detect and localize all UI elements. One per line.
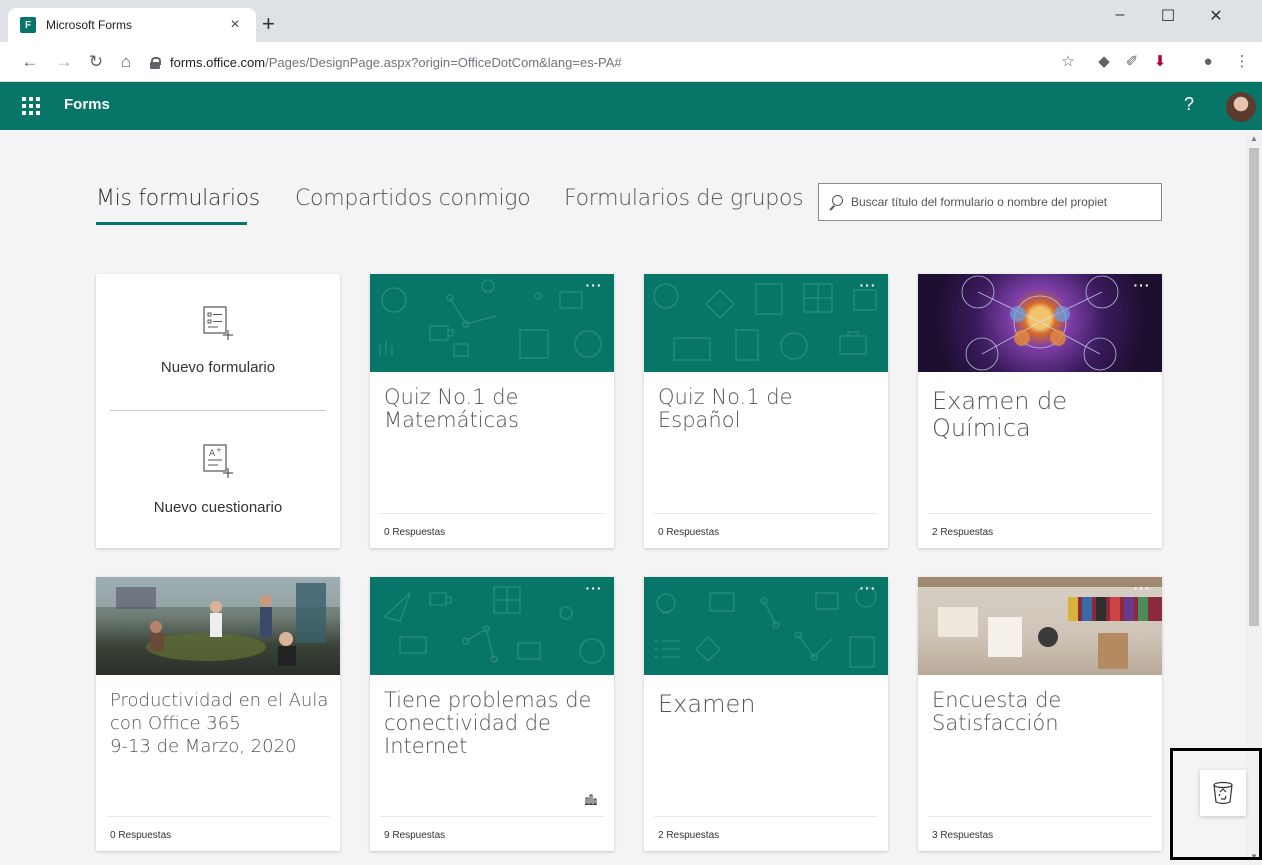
card-title: Quiz No.1 de Español bbox=[658, 385, 793, 432]
recycle-bin-button[interactable] bbox=[1200, 770, 1246, 816]
card-more-options-icon[interactable]: ··· bbox=[854, 581, 882, 601]
form-card-examen-quimica[interactable]: ··· Examen de Química 2 Respuestas bbox=[918, 274, 1162, 548]
card-responses: 3 Respuestas bbox=[932, 830, 994, 841]
home-icon[interactable]: ⌂ bbox=[116, 52, 136, 72]
card-responses: 0 Respuestas bbox=[384, 527, 446, 538]
divider bbox=[110, 410, 326, 411]
new-quiz-icon: A + bbox=[203, 444, 233, 478]
card-banner-pattern bbox=[644, 577, 888, 675]
card-title: Examen bbox=[658, 690, 756, 718]
browser-toolbar: ← → ↻ ⌂ forms.office.com/Pages/DesignPag… bbox=[0, 42, 1262, 82]
close-tab-icon[interactable]: × bbox=[226, 16, 244, 34]
form-card-quiz-espanol[interactable]: ··· Quiz No.1 de Español 0 Respuestas bbox=[644, 274, 888, 548]
pattern-icons bbox=[379, 279, 602, 359]
url-path: /Pages/DesignPage.aspx?origin=OfficeDotC… bbox=[265, 54, 622, 70]
svg-text:+: + bbox=[216, 446, 222, 454]
card-divider bbox=[106, 816, 330, 817]
app-title[interactable]: Forms bbox=[64, 96, 110, 113]
flower-photo bbox=[961, 275, 1119, 371]
window-close-icon[interactable]: ✕ bbox=[1196, 6, 1236, 26]
card-more-options-icon[interactable]: ··· bbox=[580, 278, 608, 298]
card-banner-photo bbox=[918, 577, 1162, 675]
form-card-conectividad[interactable]: ··· Tiene problemas de conectividad de I… bbox=[370, 577, 614, 851]
form-card-encuesta-satisfaccion[interactable]: ··· Encuesta de Satisfacción 3 Respuesta… bbox=[918, 577, 1162, 851]
recycle-bin-icon bbox=[1213, 781, 1233, 805]
scroll-up-icon[interactable]: ▲ bbox=[1250, 134, 1258, 143]
card-divider bbox=[654, 513, 878, 514]
card-banner-pattern bbox=[370, 274, 614, 372]
card-divider bbox=[380, 513, 604, 514]
card-divider bbox=[654, 816, 878, 817]
forward-arrow-icon[interactable]: → bbox=[54, 52, 74, 72]
pattern-icons bbox=[653, 283, 877, 361]
new-form-label: Nuevo formulario bbox=[160, 359, 276, 376]
card-banner-photo bbox=[918, 274, 1162, 372]
card-divider bbox=[380, 816, 604, 817]
card-divider bbox=[928, 513, 1152, 514]
design-desk-photo bbox=[918, 577, 1162, 669]
browser-tab[interactable]: F Microsoft Forms × bbox=[8, 8, 256, 42]
card-divider bbox=[928, 816, 1152, 817]
card-responses: 0 Respuestas bbox=[658, 527, 720, 538]
card-responses: 9 Respuestas bbox=[384, 830, 446, 841]
card-more-options-icon[interactable]: ··· bbox=[1128, 278, 1156, 298]
new-form-card: Nuevo formulario A + Nuevo cuestionario bbox=[96, 274, 340, 548]
tab-mis-formularios[interactable]: Mis formularios bbox=[96, 186, 260, 211]
scrollbar-thumb[interactable] bbox=[1249, 148, 1259, 626]
new-tab-icon[interactable]: + bbox=[262, 13, 275, 35]
forms-favicon-icon: F bbox=[20, 17, 36, 33]
card-title: Encuesta de Satisfacción bbox=[932, 688, 1062, 735]
card-more-options-icon[interactable]: ··· bbox=[580, 581, 608, 601]
responses-chart-icon[interactable] bbox=[584, 793, 598, 805]
card-more-options-icon[interactable]: ··· bbox=[854, 278, 882, 298]
forms-header: Forms ? bbox=[0, 82, 1262, 130]
user-avatar[interactable] bbox=[1226, 92, 1256, 122]
form-card-productividad[interactable]: Productividad en el Aula con Office 365 … bbox=[96, 577, 340, 851]
card-responses: 2 Respuestas bbox=[932, 527, 994, 538]
tab-formularios-de-grupos[interactable]: Formularios de grupos bbox=[564, 186, 804, 211]
search-icon bbox=[829, 195, 843, 209]
help-icon[interactable]: ? bbox=[1184, 94, 1194, 115]
tab-compartidos-conmigo[interactable]: Compartidos conmigo bbox=[295, 186, 531, 211]
card-responses: 2 Respuestas bbox=[658, 830, 720, 841]
back-arrow-icon[interactable]: ← bbox=[20, 52, 40, 72]
pattern-icons bbox=[382, 586, 605, 664]
minimize-icon[interactable]: – bbox=[1100, 6, 1140, 24]
active-tab-underline bbox=[96, 222, 247, 225]
card-more-options-icon[interactable]: ··· bbox=[1128, 581, 1156, 601]
new-form-button[interactable]: Nuevo formulario bbox=[96, 304, 340, 376]
pattern-icons bbox=[654, 586, 877, 668]
search-input[interactable] bbox=[851, 195, 1161, 209]
form-card-examen[interactable]: ··· Examen 2 Respuestas bbox=[644, 577, 888, 851]
browser-tab-strip: F Microsoft Forms × + – ☐ ✕ bbox=[0, 0, 1262, 42]
svg-text:A: A bbox=[209, 449, 216, 459]
card-title: Productividad en el Aula con Office 365 … bbox=[110, 690, 329, 757]
menu-kebab-icon[interactable]: ⋮ bbox=[1232, 52, 1252, 72]
profile-icon[interactable]: ● bbox=[1198, 52, 1218, 72]
url-host: forms.office.com bbox=[170, 54, 266, 70]
form-card-quiz-matematicas[interactable]: ··· Quiz No.1 de Matemáticas 0 Respuesta… bbox=[370, 274, 614, 548]
card-title: Quiz No.1 de Matemáticas bbox=[384, 385, 519, 432]
maximize-icon[interactable]: ☐ bbox=[1148, 6, 1188, 26]
app-launcher-icon[interactable] bbox=[22, 97, 40, 115]
extension-icon[interactable]: ◆ bbox=[1094, 52, 1114, 72]
card-title: Tiene problemas de conectividad de Inter… bbox=[384, 688, 592, 758]
office-photo bbox=[96, 577, 340, 666]
reload-icon[interactable]: ↻ bbox=[86, 52, 106, 72]
card-banner-pattern bbox=[370, 577, 614, 675]
new-quiz-label: Nuevo cuestionario bbox=[153, 499, 283, 516]
card-banner-photo bbox=[96, 577, 340, 675]
card-title: Examen de Química bbox=[932, 387, 1068, 442]
lock-icon bbox=[150, 56, 161, 69]
new-quiz-button[interactable]: A + Nuevo cuestionario bbox=[96, 442, 340, 516]
new-form-icon bbox=[203, 306, 233, 340]
tab-title: Microsoft Forms bbox=[46, 18, 133, 32]
card-responses: 0 Respuestas bbox=[110, 830, 172, 841]
download-extension-icon[interactable]: ⬇ bbox=[1150, 52, 1170, 72]
pen-extension-icon[interactable]: ✐ bbox=[1122, 52, 1142, 72]
card-banner-pattern bbox=[644, 274, 888, 372]
bookmark-star-icon[interactable]: ☆ bbox=[1058, 52, 1078, 72]
search-box[interactable] bbox=[818, 183, 1162, 221]
address-bar[interactable]: forms.office.com/Pages/DesignPage.aspx?o… bbox=[150, 50, 1080, 74]
